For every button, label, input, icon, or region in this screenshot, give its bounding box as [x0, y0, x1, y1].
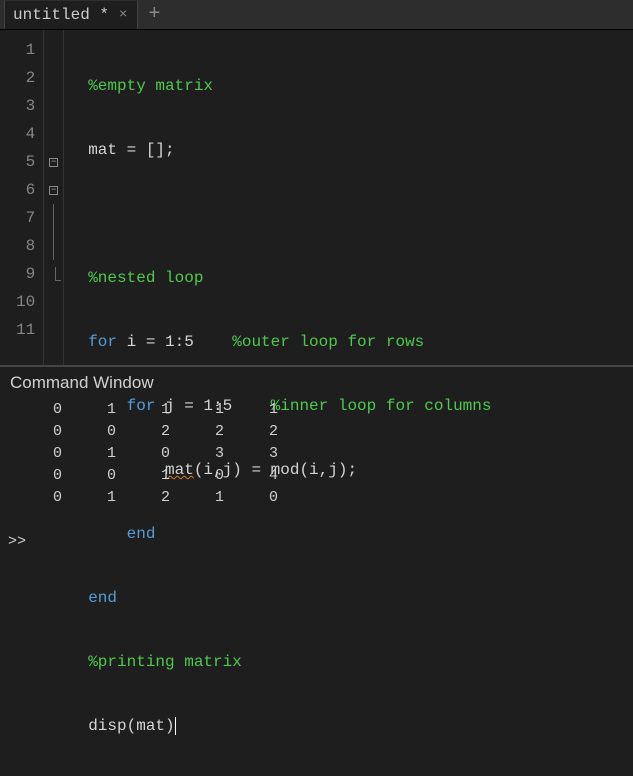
line-number: 3 [16, 92, 35, 120]
code-body[interactable]: %empty matrix mat = []; %nested loop for… [64, 30, 491, 365]
line-number: 6 [16, 176, 35, 204]
text-cursor [175, 717, 176, 735]
fold-icon[interactable]: − [49, 158, 58, 167]
line-number: 5 [16, 148, 35, 176]
keyword-text: end [127, 525, 156, 543]
line-number: 1 [16, 36, 35, 64]
line-number: 9 [16, 260, 35, 288]
line-number: 11 [16, 316, 35, 344]
comment-text: %printing matrix [88, 653, 242, 671]
keyword-text: end [88, 589, 117, 607]
line-number: 4 [16, 120, 35, 148]
keyword-text: for [88, 333, 117, 351]
line-number: 2 [16, 64, 35, 92]
code-text: mat = []; [88, 141, 174, 159]
fold-column: − − [44, 30, 64, 365]
comment-text: %empty matrix [88, 77, 213, 95]
close-icon[interactable]: × [117, 7, 129, 23]
tab-bar: untitled * × + [0, 0, 633, 30]
fold-icon[interactable]: − [49, 186, 58, 195]
code-text: i = 1:5 [117, 333, 232, 351]
add-tab-icon[interactable]: + [138, 3, 170, 26]
comment-text: %outer loop for rows [232, 333, 424, 351]
line-number: 7 [16, 204, 35, 232]
line-number: 10 [16, 288, 35, 316]
tab-title: untitled * [13, 6, 109, 24]
comment-text: %inner loop for columns [271, 397, 492, 415]
editor-tab[interactable]: untitled * × [4, 1, 138, 29]
code-text: disp(mat) [88, 717, 174, 735]
line-number: 8 [16, 232, 35, 260]
code-editor[interactable]: 1 2 3 4 5 6 7 8 9 10 11 − − %empty matri… [0, 30, 633, 365]
comment-text: %nested loop [88, 269, 203, 287]
line-gutter: 1 2 3 4 5 6 7 8 9 10 11 [0, 30, 44, 365]
